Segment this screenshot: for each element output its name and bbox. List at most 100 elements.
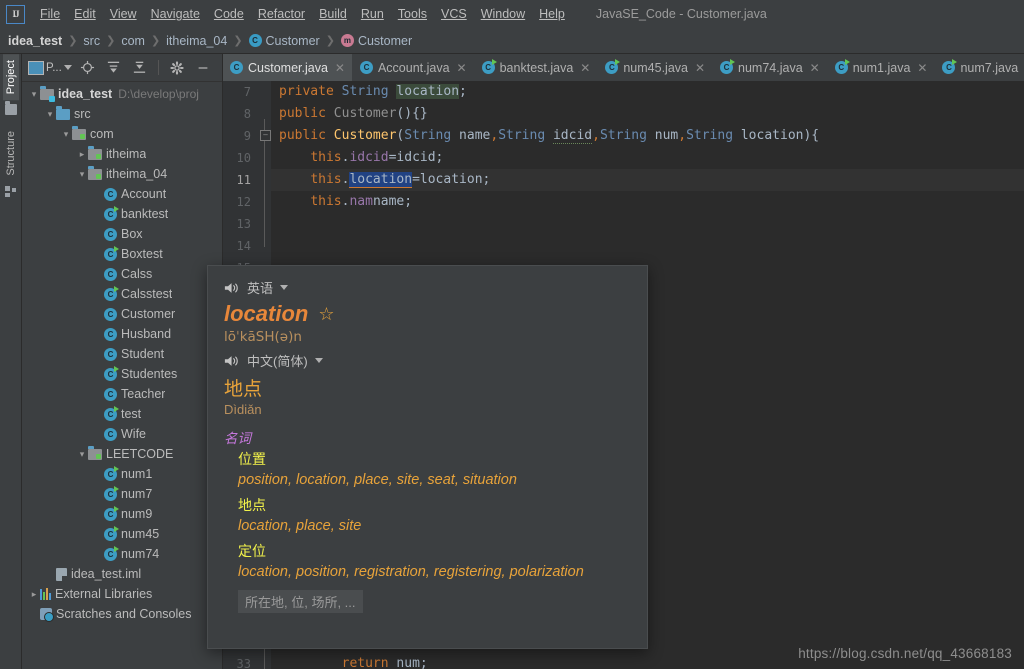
editor-tab[interactable]: C Account.java ✕	[353, 54, 475, 81]
close-icon[interactable]: ✕	[580, 61, 590, 75]
menu-item-navigate[interactable]: Navigate	[144, 4, 207, 24]
code-line[interactable]: public Customer(String name,String idcid…	[271, 125, 1024, 147]
menu-item-tools[interactable]: Tools	[391, 4, 434, 24]
tree-expand-arrow[interactable]: ▾	[60, 129, 72, 140]
code-line[interactable]: private String location;	[271, 81, 1024, 103]
close-icon[interactable]: ✕	[457, 61, 467, 75]
tree-expand-arrow[interactable]: ▾	[76, 169, 88, 180]
close-icon[interactable]: ✕	[810, 61, 820, 75]
tree-expand-arrow[interactable]: ▾	[76, 449, 88, 460]
tree-node[interactable]: Cnum7	[22, 484, 222, 504]
tool-window-tab-structure[interactable]: Structure	[3, 125, 19, 182]
tree-node[interactable]: C Customer	[22, 304, 222, 324]
tree-expand-arrow[interactable]: ▸	[28, 589, 40, 600]
tree-node[interactable]: Cnum74	[22, 544, 222, 564]
menu-item-view[interactable]: View	[103, 4, 144, 24]
left-tool-window-bar: Project Structure	[0, 54, 22, 669]
speaker-icon[interactable]	[224, 281, 240, 295]
menu-item-help-label: Help	[539, 7, 565, 21]
tree-node[interactable]: C Husband	[22, 324, 222, 344]
collapse-all-icon[interactable]	[128, 58, 152, 78]
menu-item-refactor[interactable]: Refactor	[251, 4, 312, 24]
intellij-idea-logo-icon: IJ	[6, 4, 25, 24]
tree-node[interactable]: C Calsstest	[22, 284, 222, 304]
tree-node[interactable]: ▾ com	[22, 124, 222, 144]
tree-expand-arrow[interactable]: ▾	[44, 109, 56, 120]
breadcrumb-item-method[interactable]: m Customer	[340, 34, 412, 48]
tree-node[interactable]: ▸ External Libraries	[22, 584, 222, 604]
code-line[interactable]: this.idcid=idcid;	[271, 147, 1024, 169]
code-line[interactable]: this.location=location;	[271, 169, 1024, 191]
tree-node[interactable]: Cnum9	[22, 504, 222, 524]
tree-node[interactable]: Scratches and Consoles	[22, 604, 222, 624]
tree-node[interactable]: C Studentes	[22, 364, 222, 384]
breadcrumb-item-project[interactable]: idea_test	[8, 34, 62, 48]
close-icon[interactable]: ✕	[917, 61, 927, 75]
menu-item-vcs[interactable]: VCS	[434, 4, 474, 24]
project-tree[interactable]: ▾ idea_test D:\develop\proj ▾ src ▾ com ▸ itheim…	[22, 82, 222, 669]
editor-tab[interactable]: Cnum74.java ✕	[713, 54, 828, 81]
menu-item-file[interactable]: File	[33, 4, 67, 24]
chevron-down-icon[interactable]	[280, 285, 289, 290]
close-icon[interactable]: ✕	[695, 61, 705, 75]
menu-item-code[interactable]: Code	[207, 4, 251, 24]
tool-window-tab-project[interactable]: Project	[2, 54, 19, 101]
tree-node[interactable]: C Account	[22, 184, 222, 204]
menu-item-run[interactable]: Run	[354, 4, 391, 24]
breadcrumb-item-class[interactable]: C Customer	[248, 34, 320, 48]
editor-tab[interactable]: Cbanktest.java ✕	[475, 54, 599, 81]
tree-node[interactable]: Cbanktest	[22, 204, 222, 224]
menu-item-window[interactable]: Window	[474, 4, 532, 24]
pinyin-transcription: Dìdiǎn	[224, 402, 262, 417]
tree-node[interactable]: ▾ idea_test D:\develop\proj	[22, 84, 222, 104]
code-line[interactable]: public Customer(){}	[271, 103, 1024, 125]
tree-node[interactable]: C Student	[22, 344, 222, 364]
code-line[interactable]: this.namname;	[271, 191, 1024, 213]
tree-expand-arrow[interactable]: ▾	[28, 89, 40, 100]
project-view-selector[interactable]: P...	[26, 58, 74, 78]
tree-node[interactable]: Ctest	[22, 404, 222, 424]
breadcrumb-item-src[interactable]: src	[83, 34, 100, 48]
star-icon[interactable]: ☆	[318, 304, 334, 325]
tree-node[interactable]: idea_test.iml	[22, 564, 222, 584]
source-language-row[interactable]: 英语	[224, 278, 631, 297]
target-language-row[interactable]: 中文(简体)	[224, 351, 631, 370]
menu-item-build[interactable]: Build	[312, 4, 354, 24]
more-translations-chip[interactable]: 所在地, 位, 场所, ...	[238, 590, 363, 613]
tree-node[interactable]: Cnum45	[22, 524, 222, 544]
editor-tab[interactable]: Cnum7.java✕	[935, 54, 1024, 81]
sense-entry: 位置 position, location, place, site, seat,…	[238, 450, 631, 491]
editor-tab[interactable]: C Customer.java ✕	[223, 54, 353, 81]
editor-tab-bar[interactable]: C Customer.java ✕ C Account.java ✕ Cbanktest.j…	[223, 54, 1024, 81]
settings-gear-icon[interactable]	[165, 58, 189, 78]
tree-node[interactable]: ▾ LEETCODE	[22, 444, 222, 464]
breadcrumb-item-itheima_04[interactable]: itheima_04	[166, 34, 227, 48]
close-icon[interactable]: ✕	[335, 61, 345, 75]
chevron-down-icon[interactable]	[314, 358, 323, 363]
tree-node[interactable]: C Box	[22, 224, 222, 244]
tree-node[interactable]: C Boxtest	[22, 244, 222, 264]
tree-expand-arrow[interactable]: ▸	[76, 149, 88, 160]
editor-tab[interactable]: Cnum1.java ✕	[828, 54, 936, 81]
translation-popup[interactable]: 英语 location ☆ lōˈkāSH(ə)n 中文(简体) 地点 Dìdi…	[207, 265, 648, 649]
tree-node[interactable]: C Teacher	[22, 384, 222, 404]
tree-node[interactable]: C Wife	[22, 424, 222, 444]
tree-node[interactable]: ▸ itheima	[22, 144, 222, 164]
menu-item-help[interactable]: Help	[532, 4, 572, 24]
tree-node[interactable]: ▾ src	[22, 104, 222, 124]
tree-node[interactable]: C Calss	[22, 264, 222, 284]
tree-node-label: num1	[121, 467, 153, 481]
hide-tool-window-icon[interactable]	[191, 58, 215, 78]
tree-node[interactable]: ▾ itheima_04	[22, 164, 222, 184]
expand-all-icon[interactable]	[102, 58, 126, 78]
breadcrumb-item-com[interactable]: com	[121, 34, 145, 48]
locate-icon[interactable]	[76, 58, 100, 78]
sense-words: position, location, place, site, seat, s…	[238, 472, 517, 488]
speaker-icon[interactable]	[224, 354, 240, 368]
menu-item-edit[interactable]: Edit	[67, 4, 103, 24]
fold-collapse-icon[interactable]: –	[260, 130, 271, 141]
editor-tab[interactable]: Cnum45.java ✕	[598, 54, 714, 81]
tree-node[interactable]: Cnum1	[22, 464, 222, 484]
project-tool-window: P... ▾ idea_test D:\develop\proj ▾ src ▾ com ▸ i…	[22, 54, 223, 669]
java-class-icon: C	[104, 427, 117, 441]
